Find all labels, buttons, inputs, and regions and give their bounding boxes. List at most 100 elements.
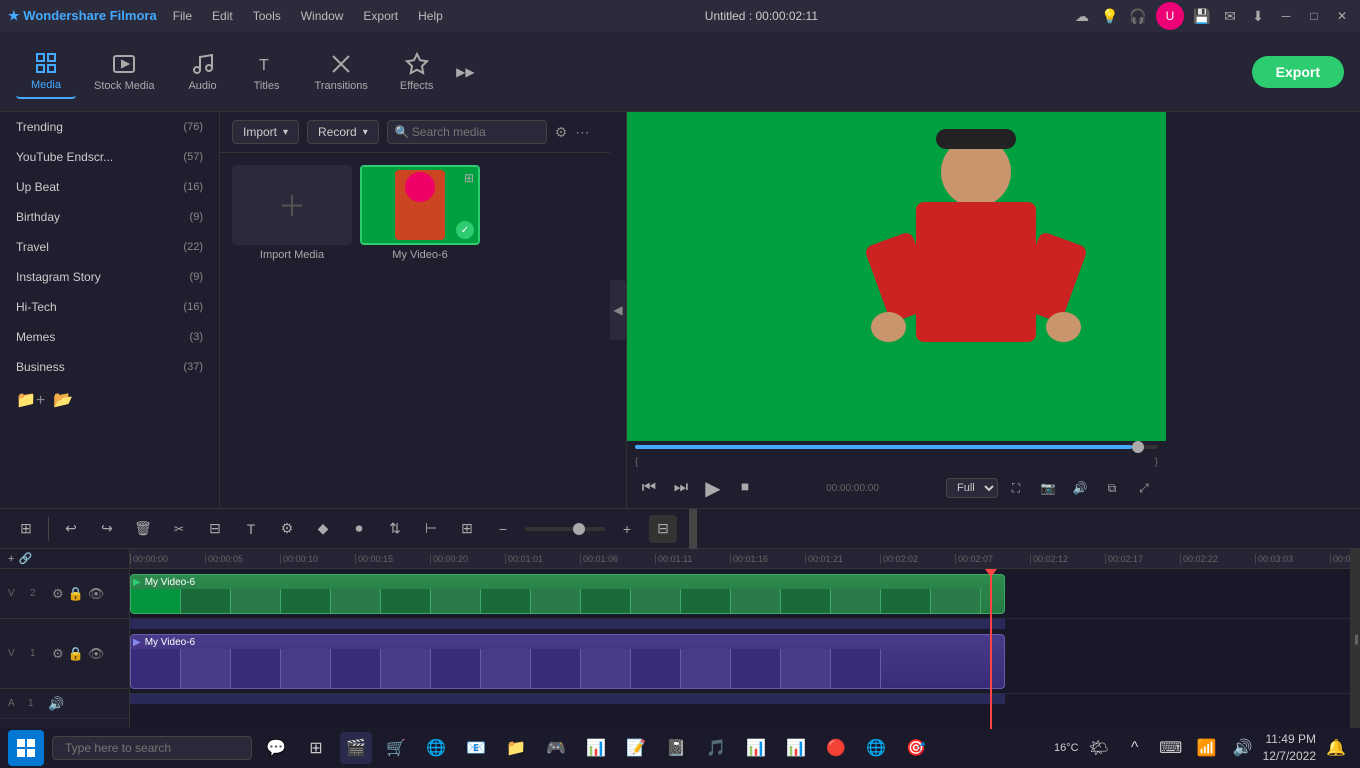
zoom-in-button[interactable]: + xyxy=(613,515,641,543)
link-button[interactable]: 🔗 xyxy=(18,552,32,565)
no-gap-icon[interactable]: ⊟ xyxy=(201,515,229,543)
taskbar-app5-icon[interactable]: 🎯 xyxy=(900,732,932,764)
track-v1-settings-icon[interactable]: ⚙ xyxy=(52,646,64,662)
zoom-slider[interactable] xyxy=(525,527,605,531)
start-button[interactable] xyxy=(8,730,44,766)
menu-export[interactable]: Export xyxy=(355,7,406,25)
expand-icon[interactable]: ⤢ xyxy=(1130,474,1158,502)
sidebar-item-travel[interactable]: Travel (22) xyxy=(0,232,219,262)
timeline-layout-button[interactable]: ⊞ xyxy=(12,515,40,543)
zoom-out-button[interactable]: − xyxy=(489,515,517,543)
pip-icon[interactable]: ⧉ xyxy=(1098,474,1126,502)
adjust-button[interactable]: ⚙ xyxy=(273,515,301,543)
maximize-button[interactable]: □ xyxy=(1304,6,1324,26)
search-input[interactable] xyxy=(387,120,547,144)
menu-help[interactable]: Help xyxy=(410,7,451,25)
import-thumb[interactable]: ＋ xyxy=(232,165,352,245)
cut-button[interactable]: ✂ xyxy=(165,515,193,543)
track-adjust-icon[interactable]: ⇅ xyxy=(381,515,409,543)
skip-back-button[interactable]: ⏮ xyxy=(635,474,663,502)
redo-button[interactable]: ↪ xyxy=(93,515,121,543)
filter-icon[interactable]: ⚙ xyxy=(555,124,568,141)
volume-icon[interactable]: 🔊 xyxy=(1227,732,1259,764)
taskbar-explorer-icon[interactable]: 📁 xyxy=(500,732,532,764)
toolbar-transitions-button[interactable]: Transitions xyxy=(301,46,382,98)
cloud-icon[interactable]: ☁ xyxy=(1072,6,1092,26)
toolbar-media-button[interactable]: Media xyxy=(16,45,76,99)
track-v1-lock-icon[interactable]: 🔒 xyxy=(68,646,84,662)
my-video-6-item[interactable]: ⊞ ✓ My Video-6 xyxy=(360,165,480,261)
minimize-button[interactable]: ─ xyxy=(1276,6,1296,26)
track-v2-settings-icon[interactable]: ⚙ xyxy=(52,586,64,602)
weather-icon[interactable]: 🌤 xyxy=(1083,732,1115,764)
record-btn[interactable]: ⏺ xyxy=(345,515,373,543)
timeline-right-handle[interactable]: ▐ xyxy=(1350,549,1360,729)
step-back-button[interactable]: ⏭ xyxy=(667,474,695,502)
stop-button[interactable]: ⏹ xyxy=(731,474,759,502)
track-a1-volume-icon[interactable]: 🔊 xyxy=(48,696,64,712)
sidebar-item-memes[interactable]: Memes (3) xyxy=(0,322,219,352)
clock-display[interactable]: 11:49 PM 12/7/2022 xyxy=(1263,731,1316,765)
taskbar-search-input[interactable] xyxy=(52,736,252,760)
taskbar-filmora-icon[interactable]: 🎬 xyxy=(340,732,372,764)
track-v2-lock-icon[interactable]: 🔒 xyxy=(68,586,84,602)
sidebar-item-business[interactable]: Business (37) xyxy=(0,352,219,382)
import-button[interactable]: Import ▾ xyxy=(232,120,299,144)
more-options-icon[interactable]: ⋯ xyxy=(575,124,589,141)
taskbar-multitask-icon[interactable]: ⊞ xyxy=(300,732,332,764)
add-folder-icon[interactable]: 📁+ xyxy=(16,390,45,410)
taskbar-app4-icon[interactable]: 🔴 xyxy=(820,732,852,764)
toolbar-titles-button[interactable]: T Titles xyxy=(237,46,297,98)
user-avatar[interactable]: U xyxy=(1156,2,1184,30)
taskbar-widgets-icon[interactable]: 💬 xyxy=(260,732,292,764)
menu-window[interactable]: Window xyxy=(293,7,352,25)
split-button[interactable]: ⊢ xyxy=(417,515,445,543)
track-v1-eye-icon[interactable]: 👁 xyxy=(88,646,105,662)
menu-edit[interactable]: Edit xyxy=(204,7,241,25)
v1-clip[interactable]: ▶ My Video-6 xyxy=(130,634,1005,689)
snapshot-icon[interactable]: 📷 xyxy=(1034,474,1062,502)
bulb-icon[interactable]: 💡 xyxy=(1100,6,1120,26)
quality-select[interactable]: Full 1/2 1/4 xyxy=(946,478,998,498)
sidebar-item-hitech[interactable]: Hi-Tech (16) xyxy=(0,292,219,322)
transition-btn[interactable]: ⊞ xyxy=(453,515,481,543)
import-media-item[interactable]: ＋ Import Media xyxy=(232,165,352,261)
menu-file[interactable]: File xyxy=(165,7,200,25)
taskbar-onenote-icon[interactable]: 📓 xyxy=(660,732,692,764)
delete-button[interactable]: 🗑 xyxy=(129,515,157,543)
download-icon[interactable]: ⬇ xyxy=(1248,6,1268,26)
timeline-scroll[interactable]: 00:00:00 00:00:05 00:00:10 00:00:15 00:0… xyxy=(130,549,1350,729)
toolbar-effects-button[interactable]: Effects xyxy=(386,46,447,98)
add-clip-button[interactable]: + xyxy=(8,553,14,565)
taskbar-chrome-icon[interactable]: 🌐 xyxy=(860,732,892,764)
system-icons[interactable]: ^ xyxy=(1119,732,1151,764)
taskbar-app3-icon[interactable]: 📊 xyxy=(740,732,772,764)
video-thumb[interactable]: ⊞ ✓ xyxy=(360,165,480,245)
export-button[interactable]: Export xyxy=(1252,56,1344,88)
network-icon[interactable]: 📶 xyxy=(1191,732,1223,764)
toolbar-audio-button[interactable]: Audio xyxy=(173,46,233,98)
taskbar-powerpoint-icon[interactable]: 📊 xyxy=(780,732,812,764)
record-button[interactable]: Record ▾ xyxy=(307,120,379,144)
mail-icon[interactable]: ✉ xyxy=(1220,6,1240,26)
zoom-handle[interactable] xyxy=(573,523,585,535)
taskbar-xbox-icon[interactable]: 🎮 xyxy=(540,732,572,764)
taskbar-store-icon[interactable]: 🛒 xyxy=(380,732,412,764)
volume-icon[interactable]: 🔊 xyxy=(1066,474,1094,502)
undo-button[interactable]: ↩ xyxy=(57,515,85,543)
toolbar-more-button[interactable]: ▶▶ xyxy=(451,58,479,86)
v2-clip[interactable]: ▶ My Video-6 xyxy=(130,574,1005,614)
keyboard-icon[interactable]: ⌨ xyxy=(1155,732,1187,764)
fullscreen-icon[interactable]: ⛶ xyxy=(1002,474,1030,502)
sidebar-item-birthday[interactable]: Birthday (9) xyxy=(0,202,219,232)
taskbar-word-icon[interactable]: 📝 xyxy=(620,732,652,764)
sidebar-item-instagram[interactable]: Instagram Story (9) xyxy=(0,262,219,292)
taskbar-excel-icon[interactable]: 📊 xyxy=(580,732,612,764)
folder-icon[interactable]: 📂 xyxy=(53,390,73,410)
toolbar-stock-button[interactable]: Stock Media xyxy=(80,46,169,98)
play-button[interactable]: ▶ xyxy=(699,474,727,502)
track-v2-eye-icon[interactable]: 👁 xyxy=(88,586,105,602)
keyframe-button[interactable]: ◆ xyxy=(309,515,337,543)
fit-button[interactable]: ⊟ xyxy=(649,515,677,543)
menu-tools[interactable]: Tools xyxy=(245,7,289,25)
